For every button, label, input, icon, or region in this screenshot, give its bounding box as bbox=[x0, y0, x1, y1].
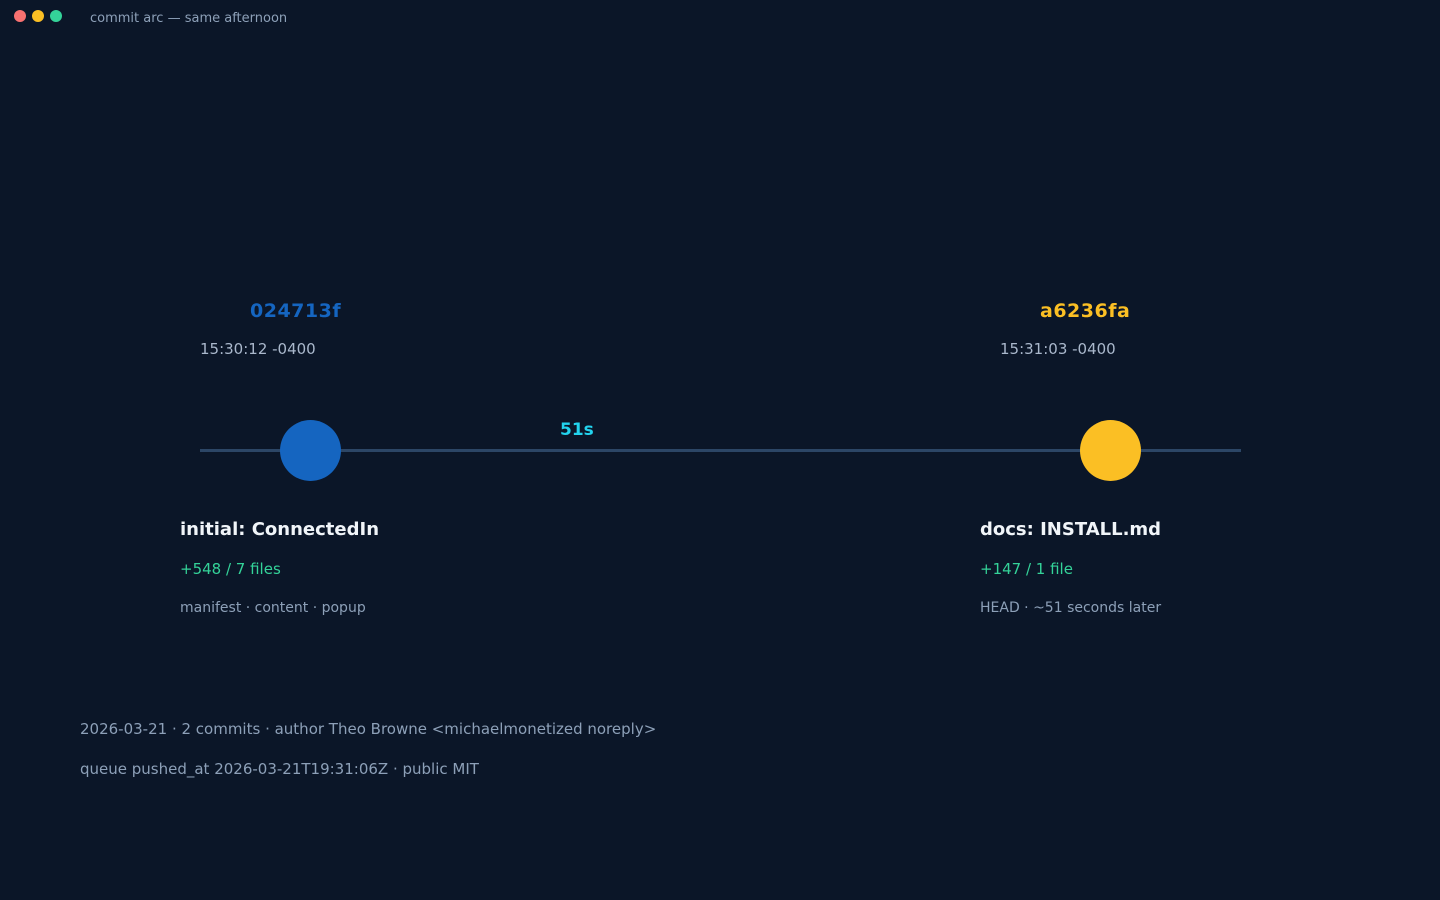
commit-detail-first: manifest · content · popup bbox=[180, 600, 366, 616]
commit-detail-second: HEAD · ~51 seconds later bbox=[980, 600, 1162, 616]
commit-hash-second[interactable]: a6236fa bbox=[1040, 300, 1130, 322]
commit-message-second: docs: INSTALL.md bbox=[980, 519, 1162, 540]
time-delta-label: 51s bbox=[560, 420, 594, 440]
minimize-window-button[interactable] bbox=[32, 10, 44, 22]
commit-hash-first[interactable]: 024713f bbox=[250, 300, 341, 322]
footer-queue-info: queue pushed_at 2026-03-21T19:31:06Z · p… bbox=[80, 760, 479, 778]
window-title: commit arc — same afternoon bbox=[90, 11, 288, 26]
commit-stats-first: +548 / 7 files bbox=[180, 560, 281, 578]
titlebar: commit arc — same afternoon bbox=[0, 0, 1440, 36]
zoom-window-button[interactable] bbox=[50, 10, 62, 22]
commit-arc-window: commit arc — same afternoon 024713f a623… bbox=[0, 0, 1440, 900]
commit-time-first: 15:30:12 -0400 bbox=[200, 340, 316, 358]
commit-time-second: 15:31:03 -0400 bbox=[1000, 340, 1116, 358]
commit-node-first[interactable] bbox=[280, 420, 341, 481]
close-window-button[interactable] bbox=[14, 10, 26, 22]
footer-summary: 2026-03-21 · 2 commits · author Theo Bro… bbox=[80, 720, 657, 738]
commit-stats-second: +147 / 1 file bbox=[980, 560, 1073, 578]
commit-node-second[interactable] bbox=[1080, 420, 1141, 481]
commit-message-first: initial: ConnectedIn bbox=[180, 519, 380, 540]
